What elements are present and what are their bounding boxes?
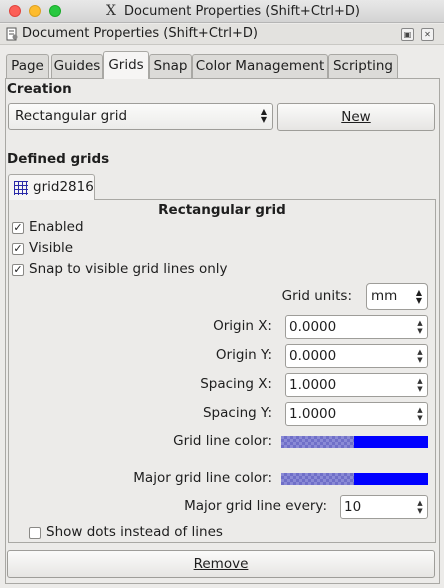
float-dock-icon[interactable]: ▣ — [401, 28, 414, 41]
close-window-button[interactable] — [9, 5, 21, 17]
grid-color-button[interactable] — [281, 436, 428, 448]
tab-guides[interactable]: Guides — [51, 54, 103, 78]
new-button-label: New — [341, 109, 371, 125]
grid-type-value: Rectangular grid — [15, 108, 128, 124]
major-grid-color-label: Major grid line color: — [133, 470, 272, 486]
major-every-label: Major grid line every: — [184, 498, 327, 514]
major-every-value: 10 — [344, 499, 362, 515]
solid-color-swatch — [354, 436, 428, 448]
spin-arrows-icon[interactable]: ▲ ▼ — [415, 319, 425, 335]
window-titlebar: X Document Properties (Shift+Ctrl+D) — [0, 0, 444, 23]
tab-grids[interactable]: Grids — [103, 51, 149, 79]
window-title: Document Properties (Shift+Ctrl+D) — [124, 4, 360, 19]
enabled-label: Enabled — [29, 219, 84, 235]
dock-header: Document Properties (Shift+Ctrl+D) ▣ ✕ — [0, 24, 444, 45]
spacing-y-label: Spacing Y: — [202, 405, 272, 421]
visible-label: Visible — [29, 240, 74, 256]
tab-grid2816[interactable]: grid2816 — [8, 174, 95, 200]
tab-color-management[interactable]: Color Management — [192, 54, 328, 78]
transparency-swatch — [281, 436, 354, 448]
spin-arrows-icon[interactable]: ▲ ▼ — [415, 348, 425, 364]
dock-title: Document Properties (Shift+Ctrl+D) — [22, 26, 258, 41]
defined-grids-heading: Defined grids — [7, 151, 110, 167]
origin-x-value: 0.0000 — [289, 319, 337, 335]
grid-units-label: Grid units: — [281, 288, 352, 304]
spin-arrows-icon[interactable]: ▲ ▼ — [415, 406, 425, 422]
x11-icon: X — [106, 3, 116, 19]
spacing-x-value: 1.0000 — [289, 377, 337, 393]
creation-heading: Creation — [7, 81, 72, 97]
solid-color-swatch — [354, 473, 428, 485]
minimize-window-button[interactable] — [29, 5, 41, 17]
major-grid-color-button[interactable] — [281, 473, 428, 485]
grid-units-value: mm — [371, 288, 398, 304]
major-every-input[interactable]: 10 ▲ ▼ — [340, 495, 428, 519]
origin-y-value: 0.0000 — [289, 348, 337, 364]
tab-scripting[interactable]: Scripting — [328, 54, 398, 78]
close-dock-icon[interactable]: ✕ — [421, 28, 434, 41]
snap-visible-label: Snap to visible grid lines only — [29, 261, 228, 277]
enabled-checkbox[interactable]: ✓ — [12, 222, 24, 234]
maximize-window-button[interactable] — [49, 5, 61, 17]
chevron-updown-icon: ▲ ▼ — [415, 288, 422, 305]
spin-arrows-icon[interactable]: ▲ ▼ — [415, 499, 425, 515]
grid-units-select[interactable]: mm ▲ ▼ — [366, 283, 428, 310]
show-dots-checkbox[interactable] — [29, 527, 41, 539]
spin-arrows-icon[interactable]: ▲ ▼ — [415, 377, 425, 393]
visible-checkbox[interactable]: ✓ — [12, 243, 24, 255]
spacing-x-label: Spacing X: — [200, 376, 272, 392]
origin-y-label: Origin Y: — [215, 347, 272, 363]
origin-x-input[interactable]: 0.0000 ▲ ▼ — [285, 315, 428, 339]
remove-button-label: Remove — [193, 556, 249, 572]
origin-x-label: Origin X: — [213, 318, 272, 334]
grid-icon — [14, 181, 28, 195]
grid-color-label: Grid line color: — [173, 433, 272, 449]
snap-visible-checkbox[interactable]: ✓ — [12, 264, 24, 276]
grid-panel-title: Rectangular grid — [158, 202, 286, 218]
remove-grid-button[interactable]: Remove — [7, 550, 435, 578]
tab-snap[interactable]: Snap — [149, 54, 192, 78]
chevron-updown-icon: ▲ ▼ — [260, 107, 267, 124]
grid-type-select[interactable]: Rectangular grid ▲ ▼ — [8, 103, 273, 130]
spacing-y-input[interactable]: 1.0000 ▲ ▼ — [285, 402, 428, 426]
transparency-swatch — [281, 473, 354, 485]
document-properties-icon — [6, 27, 18, 41]
tab-page[interactable]: Page — [6, 54, 49, 78]
show-dots-label: Show dots instead of lines — [46, 524, 223, 540]
origin-y-input[interactable]: 0.0000 ▲ ▼ — [285, 344, 428, 368]
new-grid-button[interactable]: New — [277, 103, 435, 131]
spacing-y-value: 1.0000 — [289, 406, 337, 422]
grid-tab-label: grid2816 — [33, 179, 94, 195]
spacing-x-input[interactable]: 1.0000 ▲ ▼ — [285, 373, 428, 397]
